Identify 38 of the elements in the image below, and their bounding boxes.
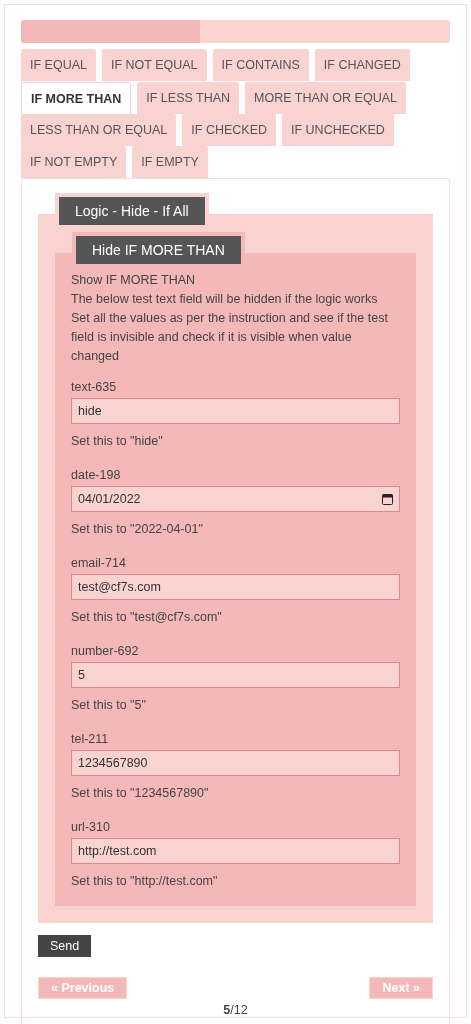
instruction-text: The below test text field will be hidden if the logic works (71, 291, 379, 308)
tab[interactable]: IF UNCHECKED (282, 114, 394, 146)
input-field[interactable]: 5 (71, 662, 400, 688)
tab[interactable]: MORE THAN OR EQUAL (245, 82, 406, 114)
date-field[interactable]: 04/01/2022 (71, 486, 400, 512)
field-label: tel-211 (71, 731, 110, 748)
page-counter: 5/12 (222, 1003, 249, 1017)
instruction-text: Set all the values as per the instruction and see if the test field is invisible and check if it is visible when value changed (71, 310, 389, 365)
tab[interactable]: IF NOT EMPTY (21, 146, 127, 178)
field-label: url-310 (71, 819, 111, 836)
tab[interactable]: IF MORE THAN (21, 82, 132, 114)
input-field[interactable]: hide (71, 398, 400, 424)
input-field[interactable]: http://test.com (71, 838, 400, 864)
input-field[interactable]: test@cf7s.com (71, 574, 400, 600)
tab[interactable]: IF LESS THAN (137, 82, 240, 114)
tab[interactable]: IF NOT EQUAL (101, 49, 207, 81)
tab[interactable]: LESS THAN OR EQUAL (21, 114, 177, 146)
tab[interactable]: IF CONTAINS (212, 49, 309, 81)
field-label: number-692 (71, 643, 140, 660)
hint-text: Set this to "test@cf7s.com" (71, 610, 223, 624)
send-button[interactable]: Send (38, 935, 92, 957)
tab[interactable]: IF EQUAL (21, 49, 96, 81)
hint-text: Set this to "http://test.com" (71, 874, 219, 888)
hint-text: Set this to "2022-04-01" (71, 522, 204, 536)
field-label: email-714 (71, 555, 127, 572)
field-label: date-198 (71, 467, 122, 484)
calendar-icon[interactable] (382, 493, 393, 505)
tab[interactable]: IF EMPTY (132, 146, 208, 178)
instruction-text: Show IF MORE THAN (71, 272, 197, 289)
tab[interactable]: IF CHECKED (182, 114, 276, 146)
group-legend: Logic - Hide - If All (59, 197, 205, 225)
hint-text: Set this to "5" (71, 698, 147, 712)
group-legend: Hide IF MORE THAN (76, 236, 241, 264)
hint-text: Set this to "hide" (71, 434, 164, 448)
hint-text: Set this to "1234567890" (71, 786, 210, 800)
field-label: text-635 (71, 379, 118, 396)
input-field[interactable]: 1234567890 (71, 750, 400, 776)
tab[interactable]: IF CHANGED (314, 49, 410, 81)
